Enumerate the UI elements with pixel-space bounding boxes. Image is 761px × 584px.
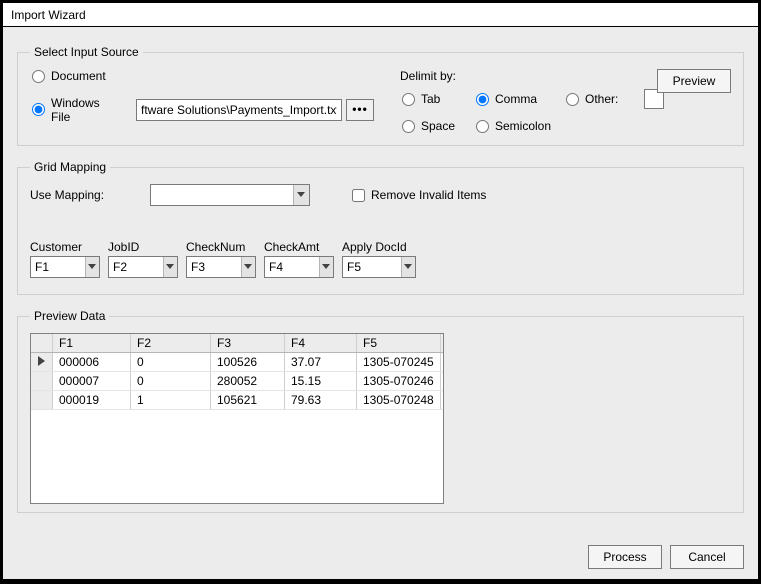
cell[interactable]: 79.63 [285,391,357,409]
comma-radio-label: Comma [495,92,537,106]
cell[interactable]: 000007 [53,372,131,390]
preview-data-group: Preview Data F1F2F3F4F5 000006010052637.… [17,309,744,513]
grid-mapping-group: Grid Mapping Use Mapping: Remove Invalid… [17,160,744,295]
cell[interactable]: 0 [131,372,211,390]
chevron-down-icon[interactable] [85,257,99,277]
comma-radio[interactable]: Comma [474,89,546,109]
input-source-group: Select Input Source Document Windows Fil… [17,45,744,146]
space-radio[interactable]: Space [400,119,456,133]
preview-data-legend: Preview Data [30,309,109,323]
chevron-down-icon[interactable] [163,257,177,277]
column-header[interactable]: F1 [53,334,131,352]
preview-button[interactable]: Preview [657,69,731,93]
cell[interactable]: 15.15 [285,372,357,390]
map-column-combo[interactable] [108,256,178,278]
other-radio-input[interactable] [566,93,579,106]
client-area: Select Input Source Document Windows Fil… [3,27,758,579]
row-indicator [31,391,53,409]
cell[interactable]: 000006 [53,353,131,371]
map-column-input[interactable] [343,257,401,277]
import-wizard-window: Import Wizard Select Input Source Docume… [2,2,759,580]
input-source-legend: Select Input Source [30,45,143,59]
delimit-by-label: Delimit by: [400,69,600,83]
map-column-input[interactable] [187,257,241,277]
cell[interactable]: 1 [131,391,211,409]
windows-file-radio-label: Windows File [51,96,118,124]
grid-mapping-legend: Grid Mapping [30,160,110,174]
row-indicator [31,353,53,371]
chevron-down-icon[interactable] [401,257,415,277]
map-column-input[interactable] [31,257,85,277]
map-column-input[interactable] [109,257,163,277]
preview-grid[interactable]: F1F2F3F4F5 000006010052637.071305-070245… [30,333,444,504]
map-column-header: CheckNum [186,240,256,254]
table-row[interactable]: 000006010052637.071305-070245 [31,353,443,372]
cell[interactable]: 105621 [211,391,285,409]
map-column: JobID [108,240,178,278]
semicolon-radio-input[interactable] [476,120,489,133]
column-header[interactable]: F5 [357,334,441,352]
map-column-combo[interactable] [342,256,416,278]
column-header[interactable]: F3 [211,334,285,352]
map-column-combo[interactable] [30,256,100,278]
column-header[interactable]: F2 [131,334,211,352]
map-column: Customer [30,240,100,278]
tab-radio-input[interactable] [402,93,415,106]
map-column-header: Apply DocId [342,240,416,254]
semicolon-radio-label: Semicolon [495,119,551,133]
table-row[interactable]: 000019110562179.631305-070248 [31,391,443,410]
cell[interactable]: 100526 [211,353,285,371]
map-column-combo[interactable] [264,256,334,278]
cell[interactable]: 1305-070248 [357,391,441,409]
remove-invalid-checkbox[interactable]: Remove Invalid Items [350,188,486,202]
windows-file-radio-input[interactable] [32,103,45,116]
remove-invalid-label: Remove Invalid Items [371,188,486,202]
browse-button[interactable]: ••• [346,99,374,121]
process-button[interactable]: Process [588,545,662,569]
use-mapping-combo[interactable] [150,184,310,206]
cell[interactable]: 280052 [211,372,285,390]
chevron-down-icon[interactable] [241,257,255,277]
comma-radio-input[interactable] [476,93,489,106]
cell[interactable]: 000019 [53,391,131,409]
row-header-corner [31,334,53,352]
table-row[interactable]: 000007028005215.151305-070246 [31,372,443,391]
map-column: CheckNum [186,240,256,278]
cell[interactable]: 37.07 [285,353,357,371]
tab-radio-label: Tab [421,92,440,106]
map-column: CheckAmt [264,240,334,278]
document-radio-input[interactable] [32,70,45,83]
map-column-combo[interactable] [186,256,256,278]
tab-radio[interactable]: Tab [400,89,456,109]
column-header[interactable]: F4 [285,334,357,352]
file-path-input[interactable] [136,99,342,121]
cell[interactable]: 0 [131,353,211,371]
use-mapping-label: Use Mapping: [30,188,150,202]
map-column: Apply DocId [342,240,416,278]
map-column-header: CheckAmt [264,240,334,254]
map-column-input[interactable] [265,257,319,277]
chevron-down-icon[interactable] [293,185,309,205]
cancel-button[interactable]: Cancel [670,545,744,569]
document-radio[interactable]: Document [30,69,106,83]
chevron-down-icon[interactable] [319,257,333,277]
row-indicator [31,372,53,390]
remove-invalid-input[interactable] [352,189,365,202]
space-radio-label: Space [421,119,455,133]
map-column-header: Customer [30,240,100,254]
use-mapping-input[interactable] [151,185,293,205]
document-radio-label: Document [51,69,106,83]
window-title: Import Wizard [3,3,758,27]
space-radio-input[interactable] [402,120,415,133]
map-column-header: JobID [108,240,178,254]
cell[interactable]: 1305-070245 [357,353,441,371]
cell[interactable]: 1305-070246 [357,372,441,390]
windows-file-radio[interactable]: Windows File [30,96,118,124]
